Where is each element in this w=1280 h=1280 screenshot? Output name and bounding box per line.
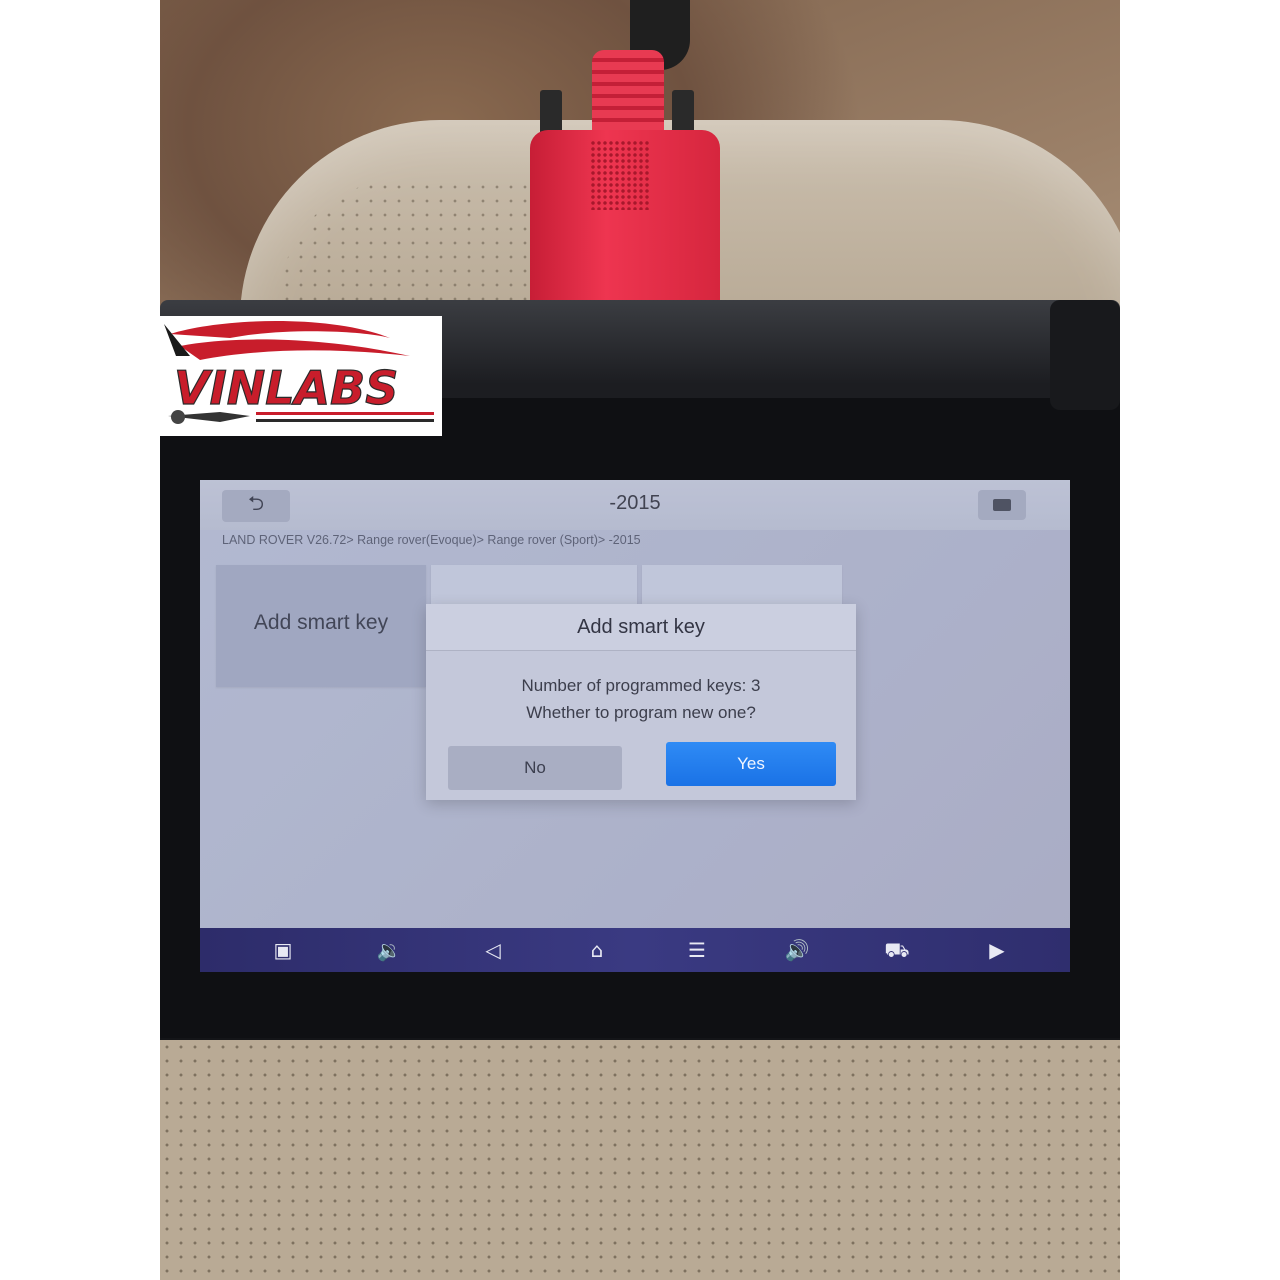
car-diagnostic-icon[interactable]: ⛟ xyxy=(880,936,914,964)
svg-text:VINLABS: VINLABS xyxy=(174,361,398,415)
gallery-icon[interactable]: ▣ xyxy=(266,936,300,964)
tablet-corner xyxy=(1050,300,1120,410)
dialog-message-line: Number of programmed keys: 3 xyxy=(521,676,761,695)
connector-grip xyxy=(590,140,650,210)
vinlabs-logo: VINLABS xyxy=(160,316,442,436)
dialog-title: Add smart key xyxy=(426,604,856,651)
android-nav-bar: ▣ 🔉 ◁ ⌂ ☰ 🔊 ⛟ ▶ xyxy=(200,928,1070,972)
volume-down-icon[interactable]: 🔉 xyxy=(372,936,406,964)
logo-graphic: VINLABS xyxy=(164,321,434,424)
tablet-screen: ⮌ -2015 LAND ROVER V26.72> Range rover(E… xyxy=(200,480,1070,972)
volume-up-icon[interactable]: 🔊 xyxy=(780,936,814,964)
dialog-message-line: Whether to program new one? xyxy=(526,703,756,722)
home-icon[interactable]: ⌂ xyxy=(580,936,614,964)
dialog-message: Number of programmed keys: 3 Whether to … xyxy=(426,672,856,726)
seat-cushion xyxy=(160,1040,1120,1280)
no-button[interactable]: No xyxy=(448,746,622,790)
add-smart-key-dialog: Add smart key Number of programmed keys:… xyxy=(426,604,856,800)
back-icon[interactable]: ◁ xyxy=(476,936,510,964)
obd-connector-neck xyxy=(592,50,664,140)
yes-button[interactable]: Yes xyxy=(666,742,836,786)
menu-icon[interactable]: ☰ xyxy=(680,936,714,964)
screen-record-icon[interactable]: ▶ xyxy=(980,936,1014,964)
